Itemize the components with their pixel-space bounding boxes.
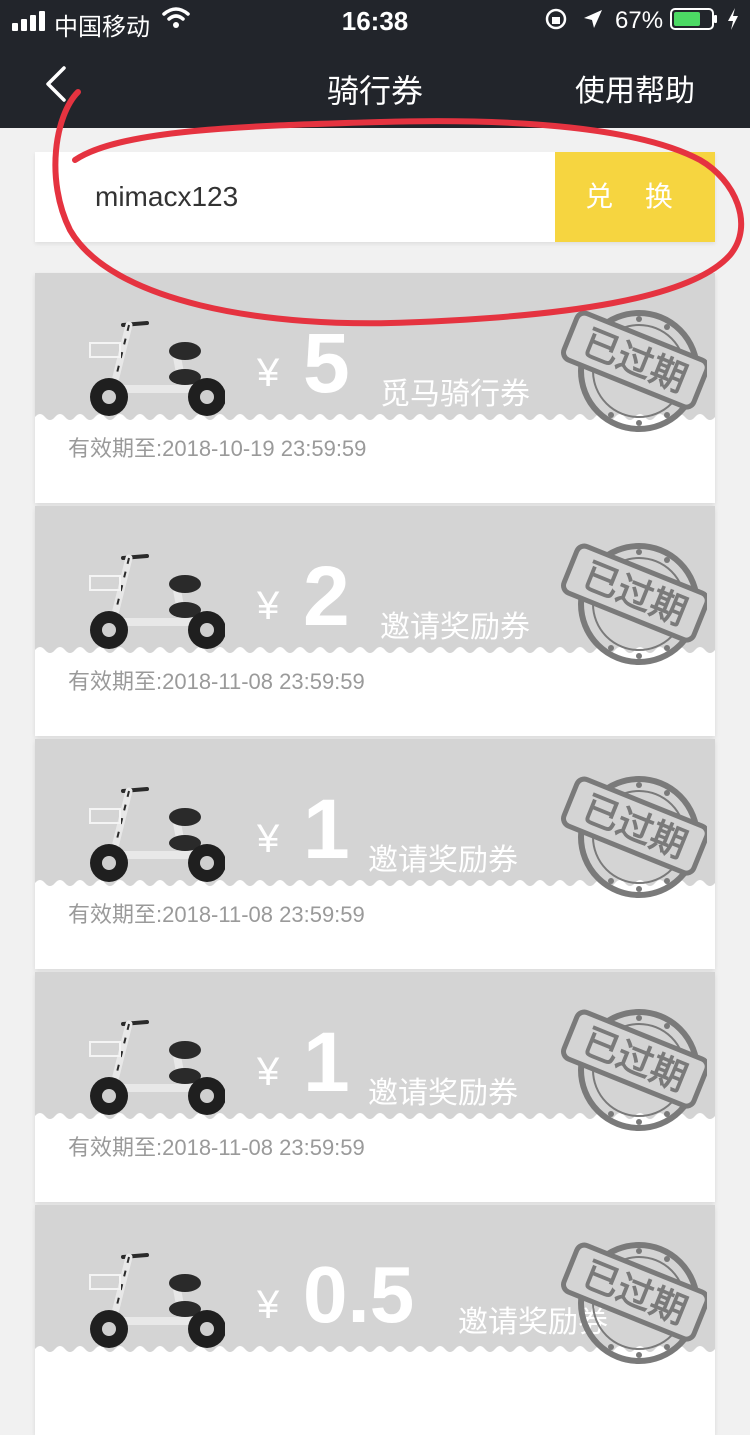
expired-stamp: 已过期 [557,998,707,1138]
scooter-icon [85,1018,225,1118]
rotation-lock-icon [545,8,567,30]
coupon-name: 邀请奖励券 [380,611,530,644]
battery-icon [670,8,717,30]
coupon-expiry: 有效期至:2018-11-08 23:59:59 [68,1135,365,1160]
redeem-code-input[interactable] [95,152,545,242]
location-arrow-icon [584,10,602,28]
help-link[interactable]: 使用帮助 [575,66,695,110]
coupon-amount: 5 [303,316,350,410]
coupon-expiry: 有效期至:2018-10-19 23:59:59 [68,436,367,461]
expired-stamp: 已过期 [557,765,707,905]
charging-icon [728,8,738,30]
currency-symbol: ¥ [257,351,280,395]
coupon-amount: 1 [303,1015,350,1109]
scooter-icon [85,1251,225,1351]
redeem-bar: 兑 换 [35,152,715,242]
coupon-amount: 2 [303,549,350,643]
battery-percent: 67% [615,7,664,34]
currency-symbol: ¥ [257,1050,280,1094]
coupon-card[interactable]: ¥ 0.5 邀请奖励券 已过期 [35,1205,715,1435]
coupon-name: 邀请奖励券 [368,1077,518,1110]
coupon-card[interactable]: ¥ 2 邀请奖励券 已过期 有效期至:2018-11-08 23:59:59 [35,506,715,736]
expired-stamp: 已过期 [557,1231,707,1371]
scooter-icon [85,552,225,652]
scooter-icon [85,319,225,419]
coupon-expiry: 有效期至:2018-11-08 23:59:59 [68,902,365,927]
currency-symbol: ¥ [257,584,280,628]
coupon-name: 觅马骑行券 [380,378,530,411]
expired-stamp: 已过期 [557,532,707,672]
coupon-card[interactable]: ¥ 1 邀请奖励券 已过期 有效期至:2018-11-08 23:59:59 [35,739,715,969]
coupon-amount: 1 [303,782,350,876]
top-bar: 中国移动 16:38 67% 骑行券 使用帮助 [0,0,750,128]
status-bar: 中国移动 16:38 67% [0,0,750,41]
currency-symbol: ¥ [257,817,280,861]
coupon-card[interactable]: ¥ 5 觅马骑行券 已过期 有效期至:2018-10-19 23:59:59 [35,273,715,503]
expired-stamp: 已过期 [557,299,707,439]
coupon-name: 邀请奖励券 [368,844,518,877]
scooter-icon [85,785,225,885]
redeem-button[interactable]: 兑 换 [555,152,715,242]
currency-symbol: ¥ [257,1283,280,1327]
coupon-expiry: 有效期至:2018-11-08 23:59:59 [68,669,365,694]
coupon-amount: 0.5 [303,1250,415,1339]
coupon-card[interactable]: ¥ 1 邀请奖励券 已过期 有效期至:2018-11-08 23:59:59 [35,972,715,1202]
